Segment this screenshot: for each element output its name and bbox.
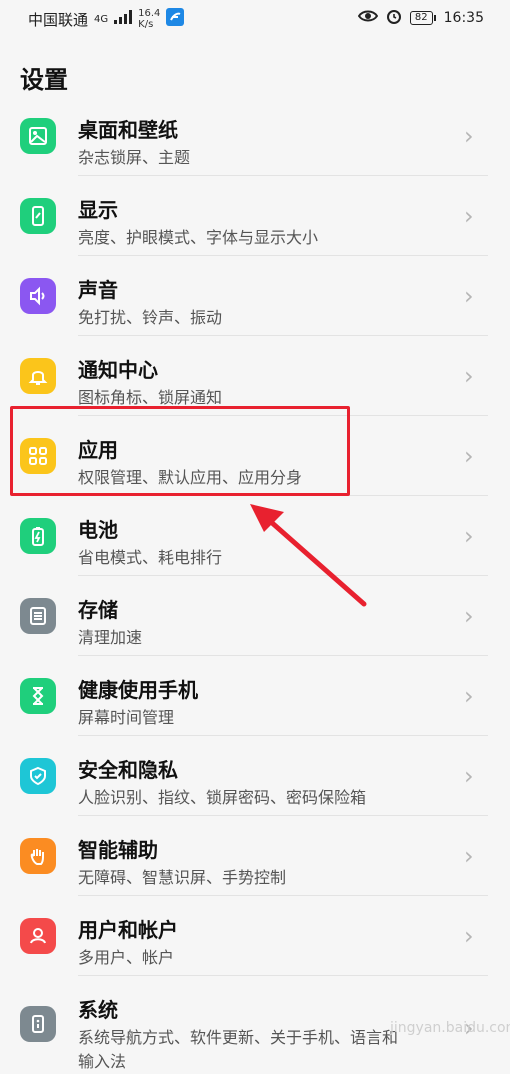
pointer-arrow-icon [240,498,370,614]
item-title: 智能辅助 [78,838,158,862]
chevron-right-icon: › [464,762,474,790]
item-title: 安全和隐私 [78,758,178,782]
item-subtitle: 杂志锁屏、主题 [78,148,191,167]
status-left: 中国联通 4G 16.4 K/s [28,8,185,30]
hourglass-icon [20,678,56,714]
watermark: jingyan.baidu.com [390,1020,510,1036]
chevron-right-icon: › [464,122,474,150]
item-title: 电池 [78,518,118,542]
item-title: 显示 [78,198,118,222]
status-bar: 中国联通 4G 16.4 K/s 82 16:35 [0,0,510,36]
chevron-right-icon: › [464,922,474,950]
chevron-right-icon: › [464,442,474,470]
bell-icon [20,358,56,394]
eye-icon [357,9,379,27]
item-title: 通知中心 [78,358,158,382]
settings-item-sound[interactable]: 声音 免打扰、铃声、振动 › [0,256,510,336]
settings-item-notifications[interactable]: 通知中心 图标角标、锁屏通知 › [0,336,510,416]
hand-icon [20,838,56,874]
item-subtitle: 人脸识别、指纹、锁屏密码、密码保险箱 [78,788,367,807]
app-notification-icon [166,8,185,30]
chevron-right-icon: › [464,362,474,390]
chevron-right-icon: › [464,522,474,550]
chevron-right-icon: › [464,602,474,630]
item-subtitle-continued: 输入法 [78,1052,127,1071]
item-title: 健康使用手机 [78,678,198,702]
item-title: 桌面和壁纸 [78,118,178,142]
display-icon [20,198,56,234]
settings-item-wallpaper[interactable]: 桌面和壁纸 杂志锁屏、主题 › [0,96,510,176]
item-subtitle: 无障碍、智慧识屏、手势控制 [78,868,287,887]
item-title: 用户和帐户 [78,918,178,942]
system-info-icon [20,1006,56,1042]
network-speed: 16.4 K/s [138,8,161,30]
settings-item-accounts[interactable]: 用户和帐户 多用户、帐户 › [0,896,510,976]
status-right: 82 16:35 [357,8,484,28]
chevron-right-icon: › [464,842,474,870]
item-subtitle: 亮度、护眼模式、字体与显示大小 [78,228,319,247]
chevron-right-icon: › [464,682,474,710]
wallpaper-icon [20,118,56,154]
item-subtitle: 清理加速 [78,628,143,647]
shield-icon [20,758,56,794]
battery-icon [20,518,56,554]
storage-icon [20,598,56,634]
alarm-icon [386,8,402,28]
item-subtitle: 多用户、帐户 [78,948,175,967]
item-subtitle: 屏幕时间管理 [78,708,175,727]
item-title: 系统 [78,998,118,1022]
item-subtitle: 图标角标、锁屏通知 [78,388,223,407]
settings-item-assistance[interactable]: 智能辅助 无障碍、智慧识屏、手势控制 › [0,816,510,896]
item-subtitle: 免打扰、铃声、振动 [78,308,223,327]
signal-icon [114,10,133,28]
sound-icon [20,278,56,314]
item-title: 声音 [78,278,118,302]
item-subtitle: 系统导航方式、软件更新、关于手机、语言和 [78,1028,399,1047]
network-label: 4G [94,13,109,25]
user-icon [20,918,56,954]
chevron-right-icon: › [464,282,474,310]
highlight-box [10,406,350,496]
item-title: 存储 [78,598,118,622]
clock: 16:35 [443,10,484,26]
chevron-right-icon: › [464,202,474,230]
carrier-label: 中国联通 [28,10,89,29]
item-subtitle: 省电模式、耗电排行 [78,548,223,567]
settings-item-security[interactable]: 安全和隐私 人脸识别、指纹、锁屏密码、密码保险箱 › [0,736,510,816]
settings-item-digital-balance[interactable]: 健康使用手机 屏幕时间管理 › [0,656,510,736]
page-title: 设置 [20,66,68,94]
battery-icon: 82 [409,11,436,25]
settings-item-display[interactable]: 显示 亮度、护眼模式、字体与显示大小 › [0,176,510,256]
